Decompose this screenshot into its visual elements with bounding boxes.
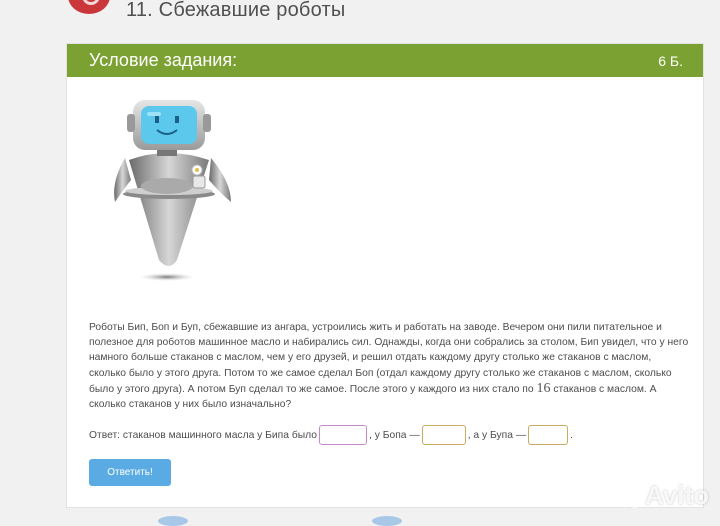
points-badge: 6 Б.	[658, 52, 683, 69]
bip-answer-input[interactable]	[319, 425, 367, 445]
answer-suffix: .	[570, 429, 574, 441]
bup-answer-input[interactable]	[528, 425, 569, 445]
bottom-decor-dot	[158, 516, 188, 526]
bup-label: , а у Бупа —	[467, 429, 527, 441]
task-number-badge	[68, 0, 110, 14]
problem-number: 16	[536, 380, 551, 396]
bottom-decor-dot	[372, 516, 402, 526]
condition-title: Условие задания:	[89, 50, 238, 70]
answer-row: Ответ: стаканов машинного масла у Бипа б…	[89, 423, 573, 447]
submit-button[interactable]: Ответить!	[89, 459, 171, 486]
problem-text: Роботы Бип, Боп и Буп, сбежавшие из анга…	[89, 320, 689, 412]
bop-label: , у Бопа —	[369, 429, 420, 441]
answer-prefix: Ответ: стаканов машинного масла у Бипа б…	[89, 429, 317, 441]
top-bar: 11. Сбежавшие роботы	[0, 0, 720, 28]
card-header: Условие задания: 6 Б.	[67, 44, 703, 77]
avito-logo-icon	[619, 488, 640, 508]
watermark-text: Avito	[645, 480, 710, 510]
task-title: 11. Сбежавшие роботы	[126, 0, 346, 21]
robot-illustration	[114, 100, 231, 281]
task-card: Условие задания: 6 Б. Роботы Бип, Боп и …	[66, 43, 704, 508]
bop-answer-input[interactable]	[421, 425, 466, 445]
avito-watermark: Avito	[617, 479, 713, 515]
